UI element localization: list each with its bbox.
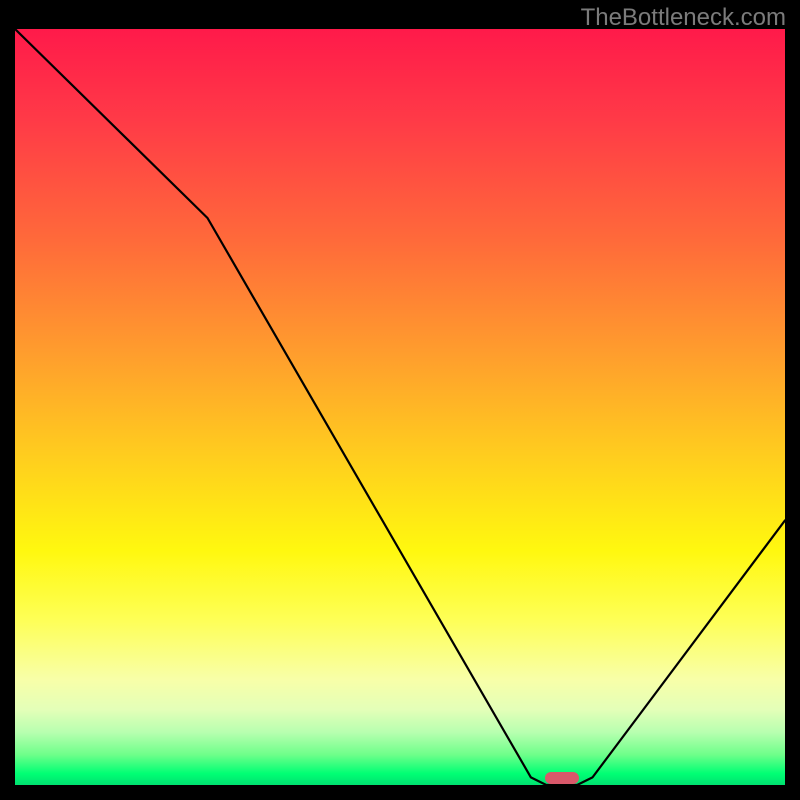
watermark-text: TheBottleneck.com xyxy=(581,4,786,32)
chart-canvas: TheBottleneck.com xyxy=(0,0,800,800)
plot-gradient-background xyxy=(15,29,785,785)
optimum-marker xyxy=(545,772,579,784)
